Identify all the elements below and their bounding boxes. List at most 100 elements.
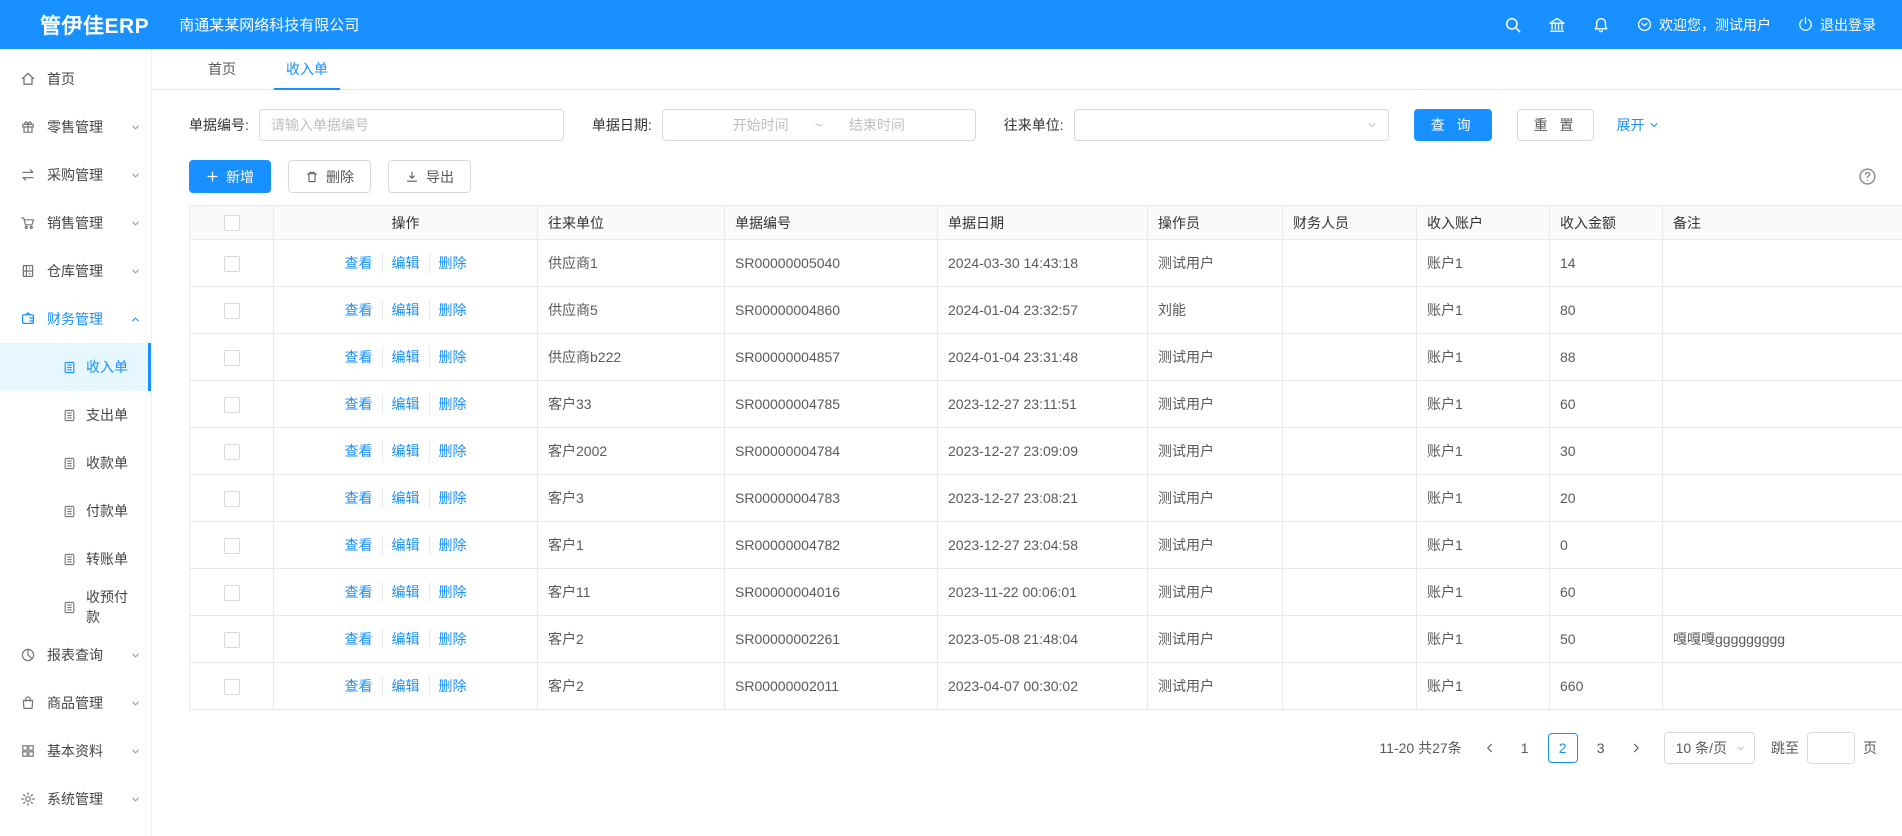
cell-amount: 88 [1550,334,1663,381]
col-remark: 备注 [1663,206,1902,240]
cell-finance [1283,475,1417,522]
row-checkbox[interactable] [224,585,240,601]
add-button[interactable]: 新增 [189,160,271,193]
select-all-checkbox[interactable] [224,215,240,231]
delete-link[interactable]: 删除 [429,488,476,508]
table-row: 查看 编辑 删除 供应商b222 SR00000004857 2024-01-0… [190,334,1902,381]
sidebar-item-finance[interactable]: 财务管理 [0,295,151,343]
view-link[interactable]: 查看 [336,582,382,602]
pie-chart-icon [20,647,36,663]
row-checkbox[interactable] [224,538,240,554]
sidebar-item-advance-payment[interactable]: 收预付款 [0,583,151,631]
delete-link[interactable]: 删除 [429,582,476,602]
sidebar-item-retail[interactable]: 零售管理 [0,103,151,151]
cell-bill-no: SR00000004016 [725,569,938,616]
chevron-down-icon [130,122,141,133]
cell-amount: 20 [1550,475,1663,522]
sidebar-item-system[interactable]: 系统管理 [0,775,151,823]
tab-income-bill[interactable]: 收入单 [270,49,344,89]
chevron-down-icon [130,698,141,709]
logout-button[interactable]: 退出登录 [1797,15,1876,35]
row-checkbox[interactable] [224,350,240,366]
view-link[interactable]: 查看 [336,347,382,367]
sidebar-item-income-bill[interactable]: 收入单 [0,343,151,391]
delete-link[interactable]: 删除 [429,629,476,649]
sidebar-item-sales[interactable]: 销售管理 [0,199,151,247]
cell-finance [1283,616,1417,663]
delete-link[interactable]: 删除 [429,441,476,461]
view-link[interactable]: 查看 [336,676,382,696]
tab-home[interactable]: 首页 [192,49,252,89]
edit-link[interactable]: 编辑 [382,535,429,555]
sidebar-item-payment-bill[interactable]: 付款单 [0,487,151,535]
sidebar-item-purchase[interactable]: 采购管理 [0,151,151,199]
view-link[interactable]: 查看 [336,629,382,649]
help-icon[interactable] [1858,167,1877,186]
sidebar-item-basic-data[interactable]: 基本资料 [0,727,151,775]
gear-icon [20,791,36,807]
sidebar-item-receipt-bill[interactable]: 收款单 [0,439,151,487]
edit-link[interactable]: 编辑 [382,582,429,602]
row-checkbox[interactable] [224,303,240,319]
edit-link[interactable]: 编辑 [382,441,429,461]
sidebar-item-expense-bill[interactable]: 支出单 [0,391,151,439]
table-row: 查看 编辑 删除 供应商1 SR00000005040 2024-03-30 1… [190,240,1902,287]
row-checkbox[interactable] [224,679,240,695]
date-range-picker[interactable]: 开始时间 ~ 结束时间 [662,109,976,141]
delete-link[interactable]: 删除 [429,676,476,696]
view-link[interactable]: 查看 [336,488,382,508]
delete-button[interactable]: 删除 [288,160,371,193]
sidebar-item-label: 付款单 [86,501,128,521]
edit-link[interactable]: 编辑 [382,488,429,508]
sidebar-item-goods[interactable]: 商品管理 [0,679,151,727]
row-checkbox[interactable] [224,491,240,507]
delete-link[interactable]: 删除 [429,300,476,320]
view-link[interactable]: 查看 [336,300,382,320]
search-icon[interactable] [1504,16,1522,34]
edit-link[interactable]: 编辑 [382,394,429,414]
view-link[interactable]: 查看 [336,394,382,414]
page-button-3[interactable]: 3 [1586,733,1616,763]
sidebar-item-reports[interactable]: 报表查询 [0,631,151,679]
row-checkbox[interactable] [224,632,240,648]
edit-link[interactable]: 编辑 [382,629,429,649]
sidebar-item-label: 支出单 [86,405,128,425]
view-link[interactable]: 查看 [336,253,382,273]
expand-link[interactable]: 展开 [1616,115,1660,135]
cell-partner: 客户33 [538,381,725,428]
col-partner: 往来单位 [538,206,725,240]
sidebar-item-transfer-bill[interactable]: 转账单 [0,535,151,583]
sidebar-item-label: 报表查询 [47,645,103,665]
jump-page-input[interactable] [1807,732,1855,764]
export-button[interactable]: 导出 [388,160,471,193]
chevron-down-icon [130,218,141,229]
delete-link[interactable]: 删除 [429,535,476,555]
jump-prefix: 跳至 [1771,738,1799,758]
edit-link[interactable]: 编辑 [382,347,429,367]
page-button-2-current[interactable]: 2 [1548,733,1578,763]
sidebar-item-home[interactable]: 首页 [0,55,151,103]
edit-link[interactable]: 编辑 [382,300,429,320]
bell-icon[interactable] [1592,16,1610,34]
row-checkbox[interactable] [224,397,240,413]
page-size-select[interactable]: 10 条/页 [1664,732,1755,764]
edit-link[interactable]: 编辑 [382,676,429,696]
view-link[interactable]: 查看 [336,535,382,555]
delete-link[interactable]: 删除 [429,347,476,367]
prev-page-button[interactable] [1478,732,1502,764]
edit-link[interactable]: 编辑 [382,253,429,273]
delete-link[interactable]: 删除 [429,394,476,414]
bank-icon[interactable] [1548,16,1566,34]
next-page-button[interactable] [1624,732,1648,764]
bill-no-input[interactable] [259,109,564,141]
partner-select[interactable] [1074,109,1389,141]
page-button-1[interactable]: 1 [1510,733,1540,763]
sidebar-item-warehouse[interactable]: 仓库管理 [0,247,151,295]
row-checkbox[interactable] [224,256,240,272]
reset-button[interactable]: 重 置 [1517,109,1595,141]
search-button[interactable]: 查 询 [1414,109,1492,141]
view-link[interactable]: 查看 [336,441,382,461]
row-checkbox[interactable] [224,444,240,460]
delete-link[interactable]: 删除 [429,253,476,273]
user-welcome[interactable]: 欢迎您，测试用户 [1636,15,1771,35]
